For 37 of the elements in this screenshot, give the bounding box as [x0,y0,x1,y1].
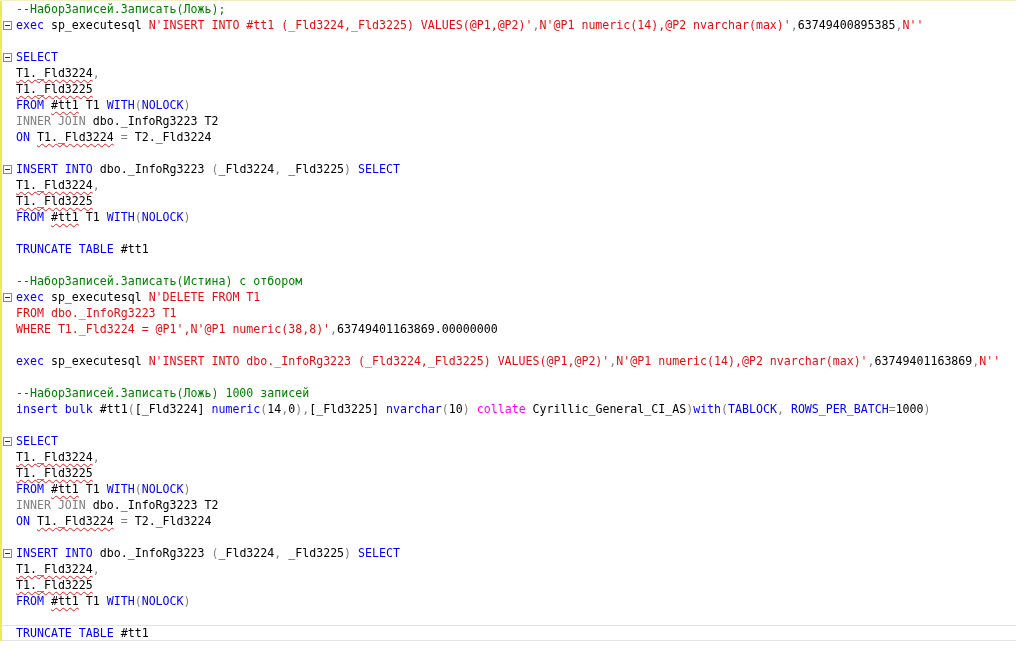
code-line: ON T1._Fld3224 = T2._Fld3224 [16,513,212,529]
code-line: FROM #tt1 T1 WITH(NOLOCK) [16,481,191,497]
collapse-icon[interactable] [3,52,12,62]
code-line: WHERE T1._Fld3224 = @P1',N'@P1 numeric(38,8)',63749401163869.00000000 [16,321,498,337]
code-line: insert bulk #tt1([_Fld3224] numeric(14,0),[_Fld3225] nvarchar(10) collate Cyrillic_General_CI_AS)with(TABLOCK, ROWS_PER_BATCH=1000) [16,401,931,417]
code-line: --НаборЗаписей.Записать(Истина) с отбором [16,273,303,289]
code-line: T1._Fld3224, [16,449,100,465]
code-line: FROM #tt1 T1 WITH(NOLOCK) [16,209,191,225]
code-line: TRUNCATE TABLE #tt1 [16,625,149,641]
code-line: exec sp_executesql N'INSERT INTO dbo._InfoRg3223 (_Fld3224,_Fld3225) VALUES(@P1,@P2)',N'@P1 numeric(14),@P2 nvarchar(max)',63749401163869,N'' [16,353,1001,369]
collapse-icon[interactable] [3,292,12,302]
code-line: INSERT INTO dbo._InfoRg3223 (_Fld3224, _Fld3225) SELECT [16,161,400,177]
code-line: ON T1._Fld3224 = T2._Fld3224 [16,129,212,145]
code-line: SELECT [16,49,58,65]
code-line: INNER JOIN dbo._InfoRg3223 T2 [16,113,219,129]
code-line: T1._Fld3225 [16,193,93,209]
code-line: T1._Fld3225 [16,81,93,97]
code-line: INNER JOIN dbo._InfoRg3223 T2 [16,497,219,513]
code-line: T1._Fld3225 [16,465,93,481]
code-line: T1._Fld3224, [16,561,100,577]
code-line: exec sp_executesql N'DELETE FROM T1 [16,289,261,305]
code-line: exec sp_executesql N'INSERT INTO #tt1 (_Fld3224,_Fld3225) VALUES(@P1,@P2)',N'@P1 numeric(14),@P2 nvarchar(max)',63749400895385,N'' [16,17,924,33]
collapse-icon[interactable] [3,20,12,30]
code-line: T1._Fld3225 [16,577,93,593]
code-line: --НаборЗаписей.Записать(Ложь) 1000 записей [16,385,310,401]
code-line: T1._Fld3224, [16,177,100,193]
code-line: --НаборЗаписей.Записать(Ложь); [16,1,226,17]
code-line: FROM dbo._InfoRg3223 T1 [16,305,177,321]
code-line: FROM #tt1 T1 WITH(NOLOCK) [16,97,191,113]
collapse-icon[interactable] [3,436,12,446]
code-line: T1._Fld3224, [16,65,100,81]
code-line: INSERT INTO dbo._InfoRg3223 (_Fld3224, _Fld3225) SELECT [16,545,400,561]
collapse-icon[interactable] [3,548,12,558]
code-line: FROM #tt1 T1 WITH(NOLOCK) [16,593,191,609]
code-line: TRUNCATE TABLE #tt1 [16,241,149,257]
collapse-icon[interactable] [3,164,12,174]
code-line: SELECT [16,433,58,449]
